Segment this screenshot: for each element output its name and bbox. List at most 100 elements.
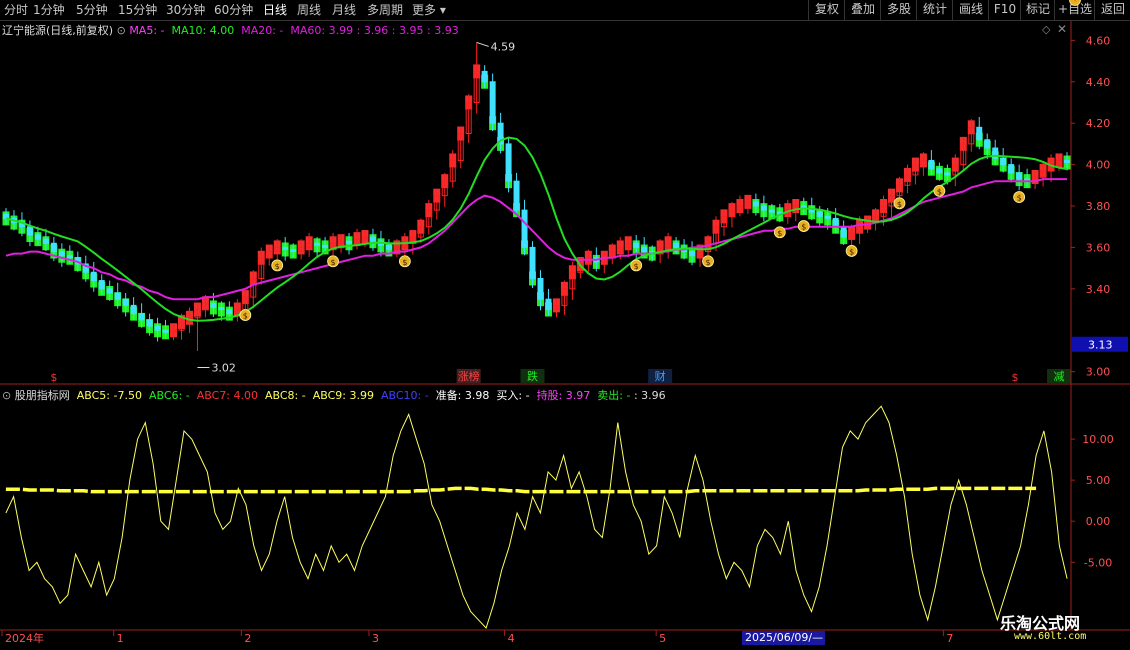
candle-body <box>505 143 512 182</box>
candle-body <box>314 242 321 246</box>
candle-body <box>2 213 9 219</box>
legend-abc6: ABC6: - <box>148 389 190 402</box>
indicator-tick-label: 10.00 <box>1082 433 1114 446</box>
candle-body <box>513 180 520 211</box>
candle-body <box>1008 164 1015 174</box>
candle-body <box>210 302 217 308</box>
candle-body <box>1016 172 1023 180</box>
candle-body <box>641 246 648 253</box>
watermark-url: www.60lt.com <box>1014 631 1087 642</box>
candle-body <box>944 172 951 176</box>
candle-body <box>760 205 767 211</box>
legend-ma20: MA20: - <box>241 24 284 37</box>
price-tick-label: 3.80 <box>1086 200 1111 213</box>
s-marker: $ <box>50 371 57 384</box>
cursor-date-tag: 2025/06/09/— <box>742 631 825 645</box>
money-bag-symbol: $ <box>1017 194 1022 203</box>
legend-mairu: 买入: - <box>496 389 530 402</box>
signal-label: 减 <box>1054 370 1065 383</box>
candle-body <box>840 226 847 238</box>
low-label: 3.02 <box>211 362 236 375</box>
signal-label: 涨榜 <box>458 369 480 383</box>
date-tick-label: 2 <box>244 632 251 645</box>
money-bag-symbol: $ <box>331 258 336 267</box>
candle-body <box>1000 157 1007 166</box>
candle-body <box>122 298 129 306</box>
candle-body <box>824 215 831 219</box>
candle-body <box>984 139 991 149</box>
candle-body <box>42 238 49 244</box>
abc5-line <box>5 405 1068 629</box>
candle-body <box>768 209 775 213</box>
candle-body <box>928 159 935 170</box>
candle-body <box>66 255 73 259</box>
candle-body <box>130 304 137 315</box>
candle-body <box>146 319 153 327</box>
candle-body <box>529 246 536 279</box>
kline-chart[interactable]: 4.59 3.02 $ $ $ $ $ $ $ $ $ $ $ $ $ 涨榜 跌 财 减 $ $ 4.60 4.40 4.2… <box>0 0 1130 650</box>
date-tick-label: 3 <box>372 632 379 645</box>
price-tick-label: 3.00 <box>1086 366 1111 379</box>
candle-body <box>50 242 57 253</box>
indicator-name: 股朋指标网 <box>14 389 70 402</box>
candle-body <box>282 246 289 250</box>
legend-options-icon[interactable]: ⊙ <box>117 24 126 37</box>
legend-abc8: ABC8: - <box>264 389 306 402</box>
candle-body <box>976 126 983 141</box>
legend-ma10: MA10: 4.00 <box>171 24 235 37</box>
candle-body <box>545 298 552 311</box>
indicator-tick-label: 5.00 <box>1086 474 1111 487</box>
indicator-legend: ⊙ 股朋指标网 ABC5: -7.50 ABC6: - ABC7: 4.00 A… <box>2 387 666 403</box>
money-bag-symbol: $ <box>849 247 854 256</box>
candle-body <box>1064 159 1071 164</box>
candle-body <box>489 81 496 124</box>
stock-title: 辽宁能源(日线,前复权) <box>2 24 114 37</box>
money-bag-symbol: $ <box>801 223 806 232</box>
money-bag-symbol: $ <box>705 258 710 267</box>
candle-body <box>226 309 233 315</box>
candle-body <box>816 211 823 217</box>
candle-body <box>138 313 145 321</box>
money-bag-symbol: $ <box>634 262 639 271</box>
price-tick-label: 4.20 <box>1086 117 1111 130</box>
money-bag-symbol: $ <box>275 262 280 271</box>
legend-ma60: MA60: 3.99 : 3.96 : 3.95 : 3.93 <box>290 24 459 37</box>
high-label: 4.59 <box>491 40 516 53</box>
candle-body <box>290 248 297 253</box>
close-icon[interactable]: ✕ <box>1057 22 1067 36</box>
legend-chigu: 持股: 3.97 <box>536 389 591 402</box>
money-bag-symbol: $ <box>243 312 248 321</box>
money-bag-symbol: $ <box>402 258 407 267</box>
price-tick-label: 4.00 <box>1086 159 1111 172</box>
candle-body <box>346 240 353 244</box>
candle-body <box>162 329 169 333</box>
candle-body <box>26 226 33 236</box>
ma60-line <box>5 178 1067 301</box>
candle-body <box>114 292 121 300</box>
legend-zhunbei: 准备: 3.98 <box>435 389 490 402</box>
price-tick-label: 3.60 <box>1086 241 1111 254</box>
candle-body <box>936 168 943 174</box>
money-bag-symbol: $ <box>777 229 782 238</box>
candle-body <box>98 280 105 290</box>
signal-label: 跌 <box>527 369 538 383</box>
current-price-label: 3.13 <box>1088 339 1113 352</box>
diamond-icon[interactable]: ◇ <box>1042 23 1050 36</box>
money-bag-symbol: $ <box>897 200 902 209</box>
signal-label: 财 <box>655 369 666 383</box>
indicator-options-icon[interactable]: ⊙ <box>2 389 11 402</box>
candle-body <box>58 251 65 257</box>
money-bag-symbol: $ <box>1072 0 1077 2</box>
candle-body <box>689 251 696 257</box>
high-pointer <box>476 41 489 47</box>
candle-body <box>521 209 528 248</box>
date-tick-label: 2024年 <box>5 631 44 645</box>
candle-body <box>385 244 392 250</box>
date-tick-label: 4 <box>508 632 515 645</box>
s-marker: $ <box>1012 371 1019 384</box>
zhunbei-line <box>5 486 1037 494</box>
date-tick-label: 5 <box>659 632 666 645</box>
candle-body <box>537 277 544 300</box>
candle-body <box>633 242 640 248</box>
candle-body <box>154 325 161 331</box>
